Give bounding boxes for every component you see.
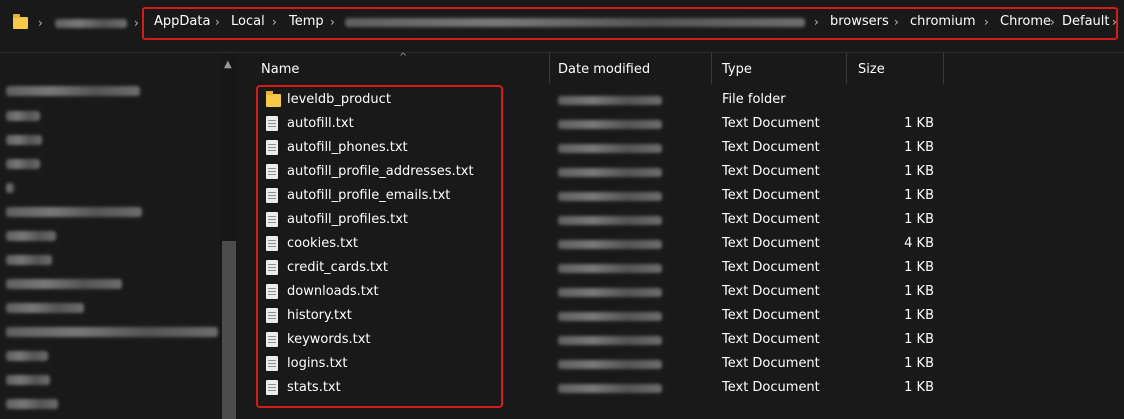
chevron-right-icon[interactable]: › <box>38 16 43 30</box>
column-header-date-label: Date modified <box>558 62 651 77</box>
column-divider[interactable] <box>943 53 944 84</box>
redacted-date-modified <box>558 336 662 345</box>
column-header-type[interactable]: Type <box>712 53 846 85</box>
crumb-appdata[interactable]: AppData <box>154 14 210 29</box>
redacted-date-modified <box>558 216 662 225</box>
file-row[interactable]: downloads.txt Text Document 1 KB <box>0 280 1124 304</box>
file-size: 1 KB <box>904 356 934 371</box>
chevron-right-icon[interactable]: › <box>984 15 989 29</box>
redacted-date-modified <box>558 240 662 249</box>
file-row[interactable]: autofill_phones.txt Text Document 1 KB <box>0 136 1124 160</box>
file-type: Text Document <box>722 212 820 227</box>
redacted-date-modified <box>558 168 662 177</box>
file-row[interactable]: stats.txt Text Document 1 KB <box>0 376 1124 400</box>
file-type: Text Document <box>722 332 820 347</box>
chevron-right-icon[interactable]: › <box>894 15 899 29</box>
file-type: Text Document <box>722 116 820 131</box>
file-size: 1 KB <box>904 188 934 203</box>
file-type: Text Document <box>722 308 820 323</box>
nav-item[interactable] <box>6 399 58 409</box>
chevron-right-icon[interactable]: › <box>272 15 277 29</box>
crumb-default[interactable]: Default <box>1062 14 1110 29</box>
file-size: 1 KB <box>904 308 934 323</box>
file-type: Text Document <box>722 356 820 371</box>
file-type: Text Document <box>722 140 820 155</box>
file-size: 1 KB <box>904 116 934 131</box>
file-size: 1 KB <box>904 212 934 227</box>
file-row[interactable]: cookies.txt Text Document 4 KB <box>0 232 1124 256</box>
chevron-right-icon[interactable]: › <box>1112 15 1117 29</box>
file-size: 1 KB <box>904 284 934 299</box>
column-header-date-modified[interactable]: Date modified <box>550 53 710 85</box>
file-type: Text Document <box>722 284 820 299</box>
file-size: 1 KB <box>904 140 934 155</box>
chevron-right-icon[interactable]: › <box>1050 15 1055 29</box>
file-row[interactable]: autofill.txt Text Document 1 KB <box>0 112 1124 136</box>
crumb-local[interactable]: Local <box>231 14 265 29</box>
file-row[interactable]: autofill_profile_addresses.txt Text Docum… <box>0 160 1124 184</box>
file-size: 1 KB <box>904 332 934 347</box>
chevron-right-icon[interactable]: › <box>814 15 819 29</box>
column-header-type-label: Type <box>722 62 752 77</box>
folder-icon <box>13 14 28 29</box>
redacted-date-modified <box>558 96 662 105</box>
file-row[interactable]: history.txt Text Document 1 KB <box>0 304 1124 328</box>
file-row[interactable]: keywords.txt Text Document 1 KB <box>0 328 1124 352</box>
file-row[interactable]: leveldb_product File folder <box>0 88 1124 112</box>
chevron-right-icon[interactable]: › <box>134 16 139 30</box>
crumb-browsers[interactable]: browsers <box>830 14 889 29</box>
redacted-date-modified <box>558 144 662 153</box>
crumb-temp[interactable]: Temp <box>289 14 324 29</box>
column-header-name-label: Name <box>261 62 300 77</box>
file-type: File folder <box>722 92 786 107</box>
chevron-right-icon[interactable]: › <box>215 15 220 29</box>
highlighted-files-box <box>256 85 503 408</box>
file-type: Text Document <box>722 260 820 275</box>
crumb-chrome[interactable]: Chrome <box>1000 14 1051 29</box>
redacted-date-modified <box>558 384 662 393</box>
sort-ascending-icon: ^ <box>399 52 408 63</box>
column-header-size-label: Size <box>858 62 885 77</box>
file-size: 1 KB <box>904 380 934 395</box>
file-row[interactable]: credit_cards.txt Text Document 1 KB <box>0 256 1124 280</box>
file-type: Text Document <box>722 188 820 203</box>
redacted-date-modified <box>558 264 662 273</box>
redacted-date-modified <box>558 288 662 297</box>
redacted-date-modified <box>558 360 662 369</box>
file-row[interactable]: autofill_profiles.txt Text Document 1 KB <box>0 208 1124 232</box>
address-bar[interactable]: › › AppData › Local › Temp › › browsers … <box>0 0 1124 53</box>
scroll-up-arrow-icon[interactable]: ▲ <box>224 59 232 70</box>
file-size: 1 KB <box>904 260 934 275</box>
crumb-chromium[interactable]: chromium <box>910 14 976 29</box>
file-type: Text Document <box>722 380 820 395</box>
chevron-right-icon[interactable]: › <box>330 15 335 29</box>
column-header-size[interactable]: Size <box>847 53 943 85</box>
file-row[interactable]: logins.txt Text Document 1 KB <box>0 352 1124 376</box>
redacted-date-modified <box>558 312 662 321</box>
file-type: Text Document <box>722 236 820 251</box>
redacted-crumb <box>345 18 805 27</box>
file-row[interactable]: autofill_profile_emails.txt Text Document… <box>0 184 1124 208</box>
redacted-date-modified <box>558 120 662 129</box>
redacted-crumb <box>55 19 127 28</box>
file-size: 4 KB <box>904 236 934 251</box>
redacted-date-modified <box>558 192 662 201</box>
file-type: Text Document <box>722 164 820 179</box>
file-size: 1 KB <box>904 164 934 179</box>
